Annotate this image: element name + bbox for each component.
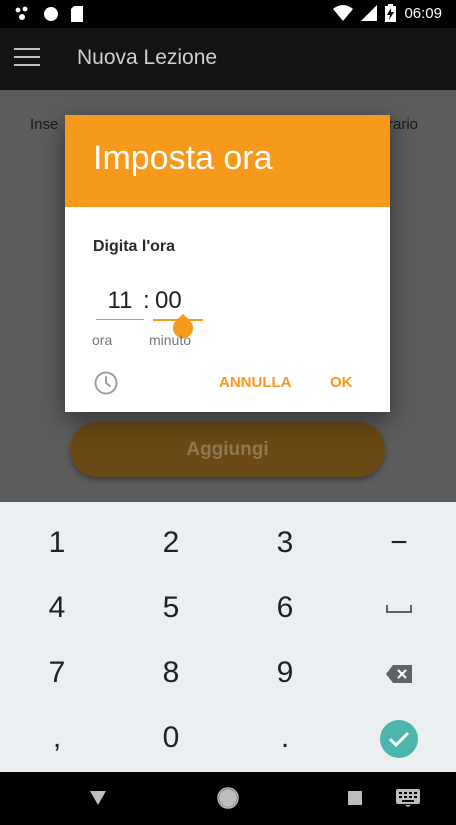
dialog-header: Imposta ora <box>65 115 390 207</box>
key-comma[interactable]: , <box>0 706 114 770</box>
back-triangle-icon[interactable] <box>90 791 106 805</box>
backspace-icon <box>386 665 412 684</box>
notification-dots-icon <box>15 6 28 20</box>
ok-button[interactable]: OK <box>330 374 353 391</box>
wifi-icon <box>333 5 354 21</box>
key-backspace[interactable] <box>342 641 456 705</box>
key-4[interactable]: 4 <box>0 576 114 640</box>
status-right-icons: 06:09 <box>333 4 442 22</box>
key-0[interactable]: 0 <box>114 706 228 770</box>
status-time: 06:09 <box>404 4 442 22</box>
add-button[interactable]: Aggiungi <box>70 422 385 477</box>
space-icon <box>386 605 412 614</box>
key-6[interactable]: 6 <box>228 576 342 640</box>
minute-label: minuto <box>149 332 192 348</box>
key-period[interactable]: . <box>228 706 342 770</box>
sd-card-icon <box>71 6 83 22</box>
instruction-text-left: Inse <box>30 116 59 133</box>
app-bar: Nuova Lezione <box>0 28 456 90</box>
clock-icon[interactable] <box>93 370 119 396</box>
keyboard-icon[interactable] <box>396 789 420 807</box>
dialog-subtitle: Digita l'ora <box>93 238 176 255</box>
dialog-title: Imposta ora <box>93 139 273 177</box>
key-1[interactable]: 1 <box>0 511 114 575</box>
key-9[interactable]: 9 <box>228 641 342 705</box>
status-bar: 06:09 <box>0 0 456 28</box>
instruction-text-right: rario <box>388 116 419 133</box>
key-5[interactable]: 5 <box>114 576 228 640</box>
checkmark-circle-icon <box>380 720 418 759</box>
key-3[interactable]: 3 <box>228 511 342 575</box>
circle-icon <box>44 7 58 21</box>
hour-input[interactable]: 11 <box>96 285 144 320</box>
battery-charging-icon <box>385 4 397 22</box>
key-minus[interactable]: − <box>342 511 456 575</box>
minute-input[interactable]: 00 <box>153 285 203 321</box>
key-confirm[interactable] <box>342 706 456 770</box>
time-picker-dialog: Imposta ora Digita l'ora 11 : 00 ora min… <box>65 115 390 412</box>
cancel-button[interactable]: ANNULLA <box>219 374 292 391</box>
hour-label: ora <box>92 332 113 348</box>
navigation-bar <box>0 772 456 825</box>
key-7[interactable]: 7 <box>0 641 114 705</box>
key-2[interactable]: 2 <box>114 511 228 575</box>
hamburger-menu-icon[interactable] <box>14 48 40 68</box>
home-circle-icon[interactable] <box>217 787 239 809</box>
app-title: Nuova Lezione <box>77 46 218 69</box>
signal-icon <box>361 5 378 21</box>
key-space[interactable] <box>342 576 456 640</box>
numeric-keyboard: 1 2 3 − 4 5 6 7 8 9 , 0 . <box>0 502 456 772</box>
key-8[interactable]: 8 <box>114 641 228 705</box>
time-separator: : <box>143 287 150 314</box>
recents-square-icon[interactable] <box>348 791 362 805</box>
status-left-icons <box>14 5 84 23</box>
